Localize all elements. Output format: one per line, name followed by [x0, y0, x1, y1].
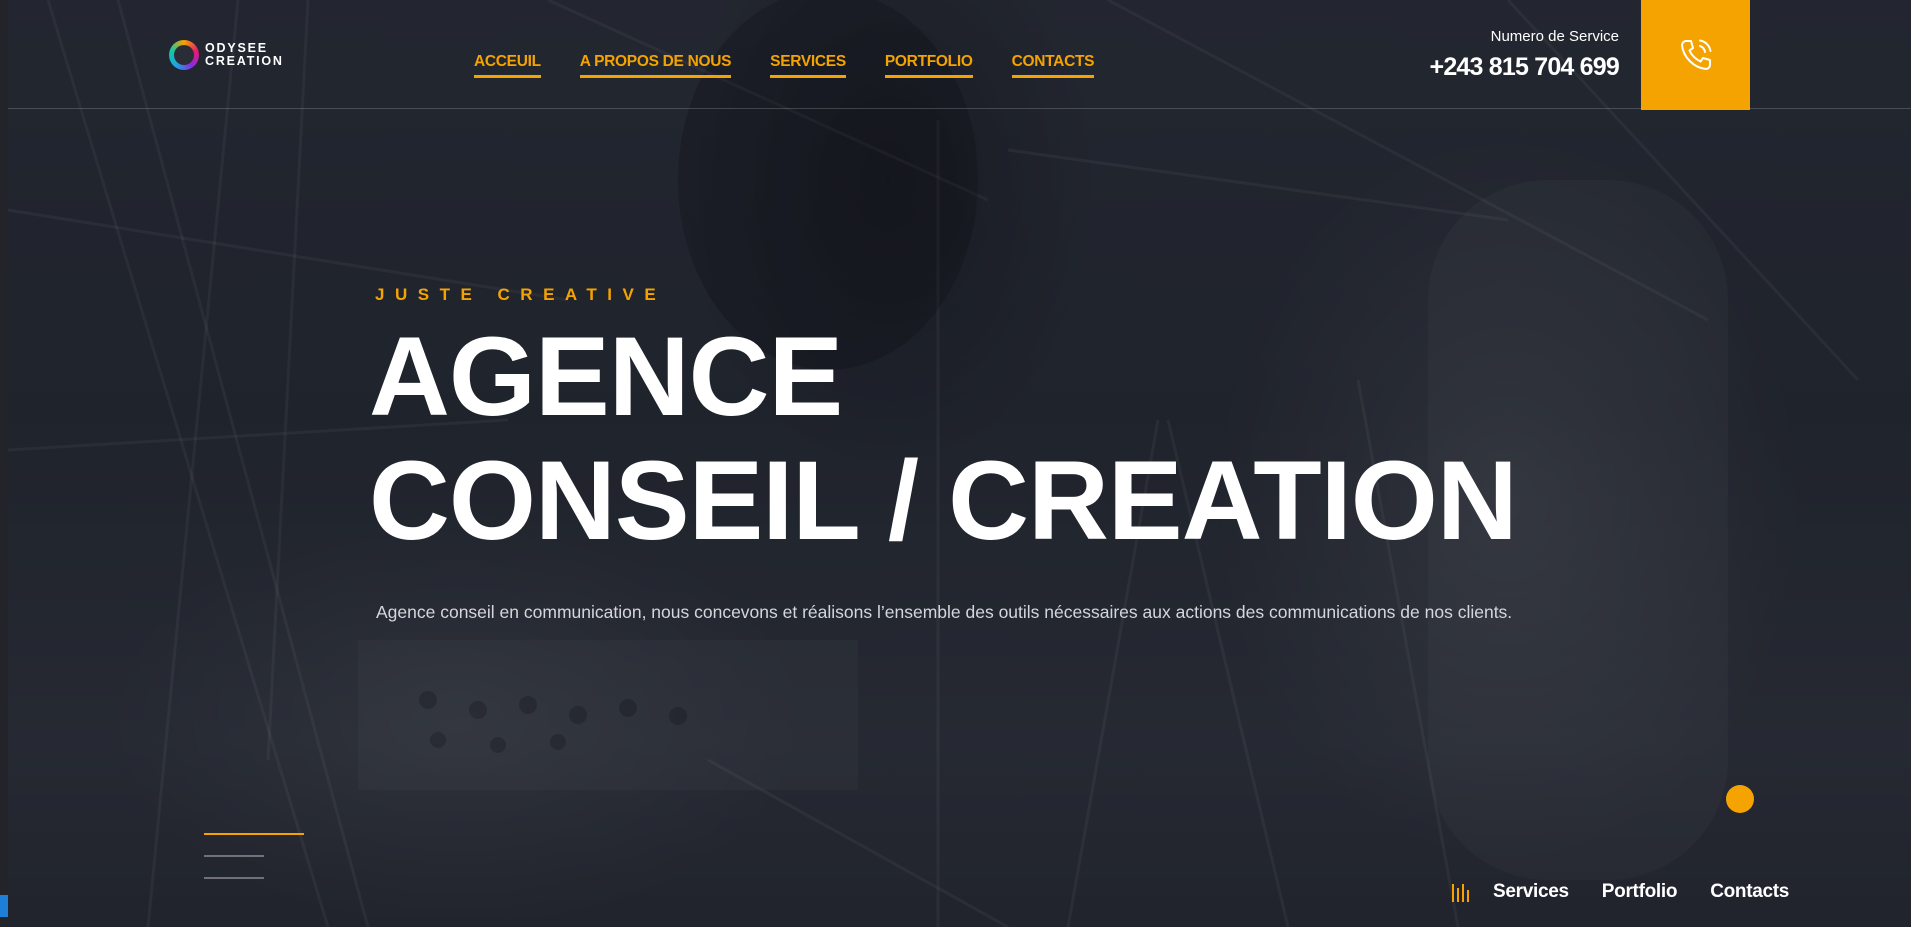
slider-dot-3[interactable] [204, 877, 264, 879]
nav-item-acceuil[interactable]: ACCEUIL [474, 53, 541, 78]
bottom-link-services[interactable]: Services [1493, 881, 1569, 903]
hero-title-line-1: AGENCE [369, 314, 843, 439]
nav-item-a-propos[interactable]: A PROPOS DE NOUS [579, 53, 731, 78]
left-edge-tab[interactable] [0, 895, 8, 917]
bars-icon[interactable] [1452, 882, 1469, 902]
slider-dot-2[interactable] [204, 855, 264, 857]
phone-icon [1680, 39, 1711, 70]
call-button[interactable] [1641, 0, 1750, 110]
header-divider [8, 108, 1911, 109]
bottom-link-contacts[interactable]: Contacts [1710, 881, 1789, 903]
nav-item-services[interactable]: SERVICES [770, 53, 846, 78]
slider-dot-1[interactable] [204, 833, 304, 835]
nav-item-contacts[interactable]: CONTACTS [1011, 53, 1094, 78]
scroll-indicator-dot[interactable] [1726, 785, 1754, 813]
hero-title: AGENCE CONSEIL / CREATION [369, 314, 1518, 563]
nav-item-portfolio[interactable]: PORTFOLIO [884, 53, 973, 78]
hero-title-line-2: CONSEIL / CREATION [369, 438, 1518, 563]
site-logo[interactable]: ODYSEE CREATION [169, 40, 284, 70]
logo-ring-icon [169, 40, 199, 70]
bottom-link-portfolio[interactable]: Portfolio [1602, 881, 1678, 903]
slider-pagination [204, 833, 304, 899]
main-nav: ACCEUIL A PROPOS DE NOUS SERVICES PORTFO… [474, 53, 1133, 78]
left-edge-strip [0, 0, 8, 927]
service-number-label: Numero de Service [1490, 28, 1619, 45]
logo-line-2: CREATION [205, 54, 284, 68]
hero-tagline: JUSTE CREATIVE [375, 285, 667, 304]
logo-wordmark: ODYSEE CREATION [205, 42, 284, 68]
hero-description: Agence conseil en communication, nous co… [376, 602, 1513, 622]
bottom-quick-nav: Services Portfolio Contacts [1452, 881, 1822, 903]
service-phone-number[interactable]: +243 815 704 699 [1430, 53, 1620, 82]
